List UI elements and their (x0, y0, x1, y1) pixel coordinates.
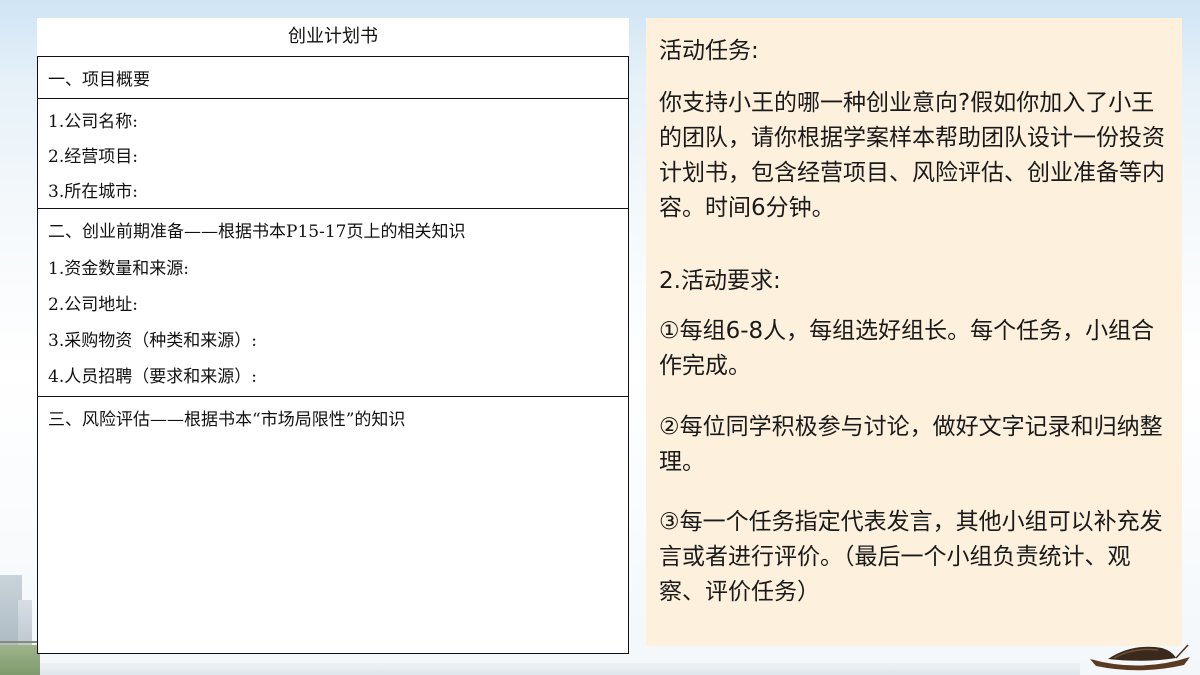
fence-shape (0, 641, 40, 649)
field-funding: 1.资金数量和来源: (48, 259, 189, 279)
plan-table: 一、项目概要 1.公司名称: 2.经营项目: 3.所在城市: 二、创业前期准备—… (37, 56, 629, 654)
task-intro: 你支持小王的哪一种创业意向?假如你加入了小王的团队，请你根据学案样本帮助团队设计… (659, 90, 1165, 221)
section-company-info: 1.公司名称: 2.经营项目: 3.所在城市: (38, 98, 628, 208)
section-heading: 三、风险评估——根据书本“市场局限性”的知识 (48, 410, 406, 430)
field-recruitment: 4.人员招聘（要求和来源）: (48, 367, 257, 387)
task-heading: 活动任务: (659, 38, 759, 64)
requirement-item: ②每位同学积极参与讨论，做好文字记录和归纳整理。 (659, 414, 1163, 475)
field-company-name: 1.公司名称: (48, 112, 138, 132)
section-preparation: 二、创业前期准备——根据书本P15-17页上的相关知识 1.资金数量和来源: 2… (38, 208, 628, 396)
field-business-item: 2.经营项目: (48, 147, 138, 167)
section-heading: 二、创业前期准备——根据书本P15-17页上的相关知识 (48, 222, 466, 242)
requirement-item: ①每组6-8人，每组选好组长。每个任务，小组合作完成。 (659, 318, 1155, 379)
background-ground-strip (40, 663, 1080, 675)
section-heading: 一、项目概要 (48, 70, 150, 90)
activity-task-panel: 活动任务: 你支持小王的哪一种创业意向?假如你加入了小王的团队，请你根据学案样本… (646, 18, 1182, 646)
background-scenery-left (0, 555, 40, 675)
field-purchasing: 3.采购物资（种类和来源）: (48, 331, 257, 351)
field-city: 3.所在城市: (48, 182, 138, 202)
business-plan-document: 创业计划书 一、项目概要 1.公司名称: 2.经营项目: 3.所在城市: 二、创… (37, 18, 629, 654)
section-risk-assessment: 三、风险评估——根据书本“市场局限性”的知识 (38, 396, 628, 652)
grass-shape (0, 645, 40, 675)
document-title: 创业计划书 (288, 26, 378, 47)
section-overview: 一、项目概要 (38, 56, 628, 98)
requirements-heading: 2.活动要求: (659, 268, 781, 294)
requirement-item: ③每一个任务指定代表发言，其他小组可以补充发言或者进行评价。（最后一个小组负责统… (659, 509, 1163, 605)
field-address: 2.公司地址: (48, 295, 138, 315)
